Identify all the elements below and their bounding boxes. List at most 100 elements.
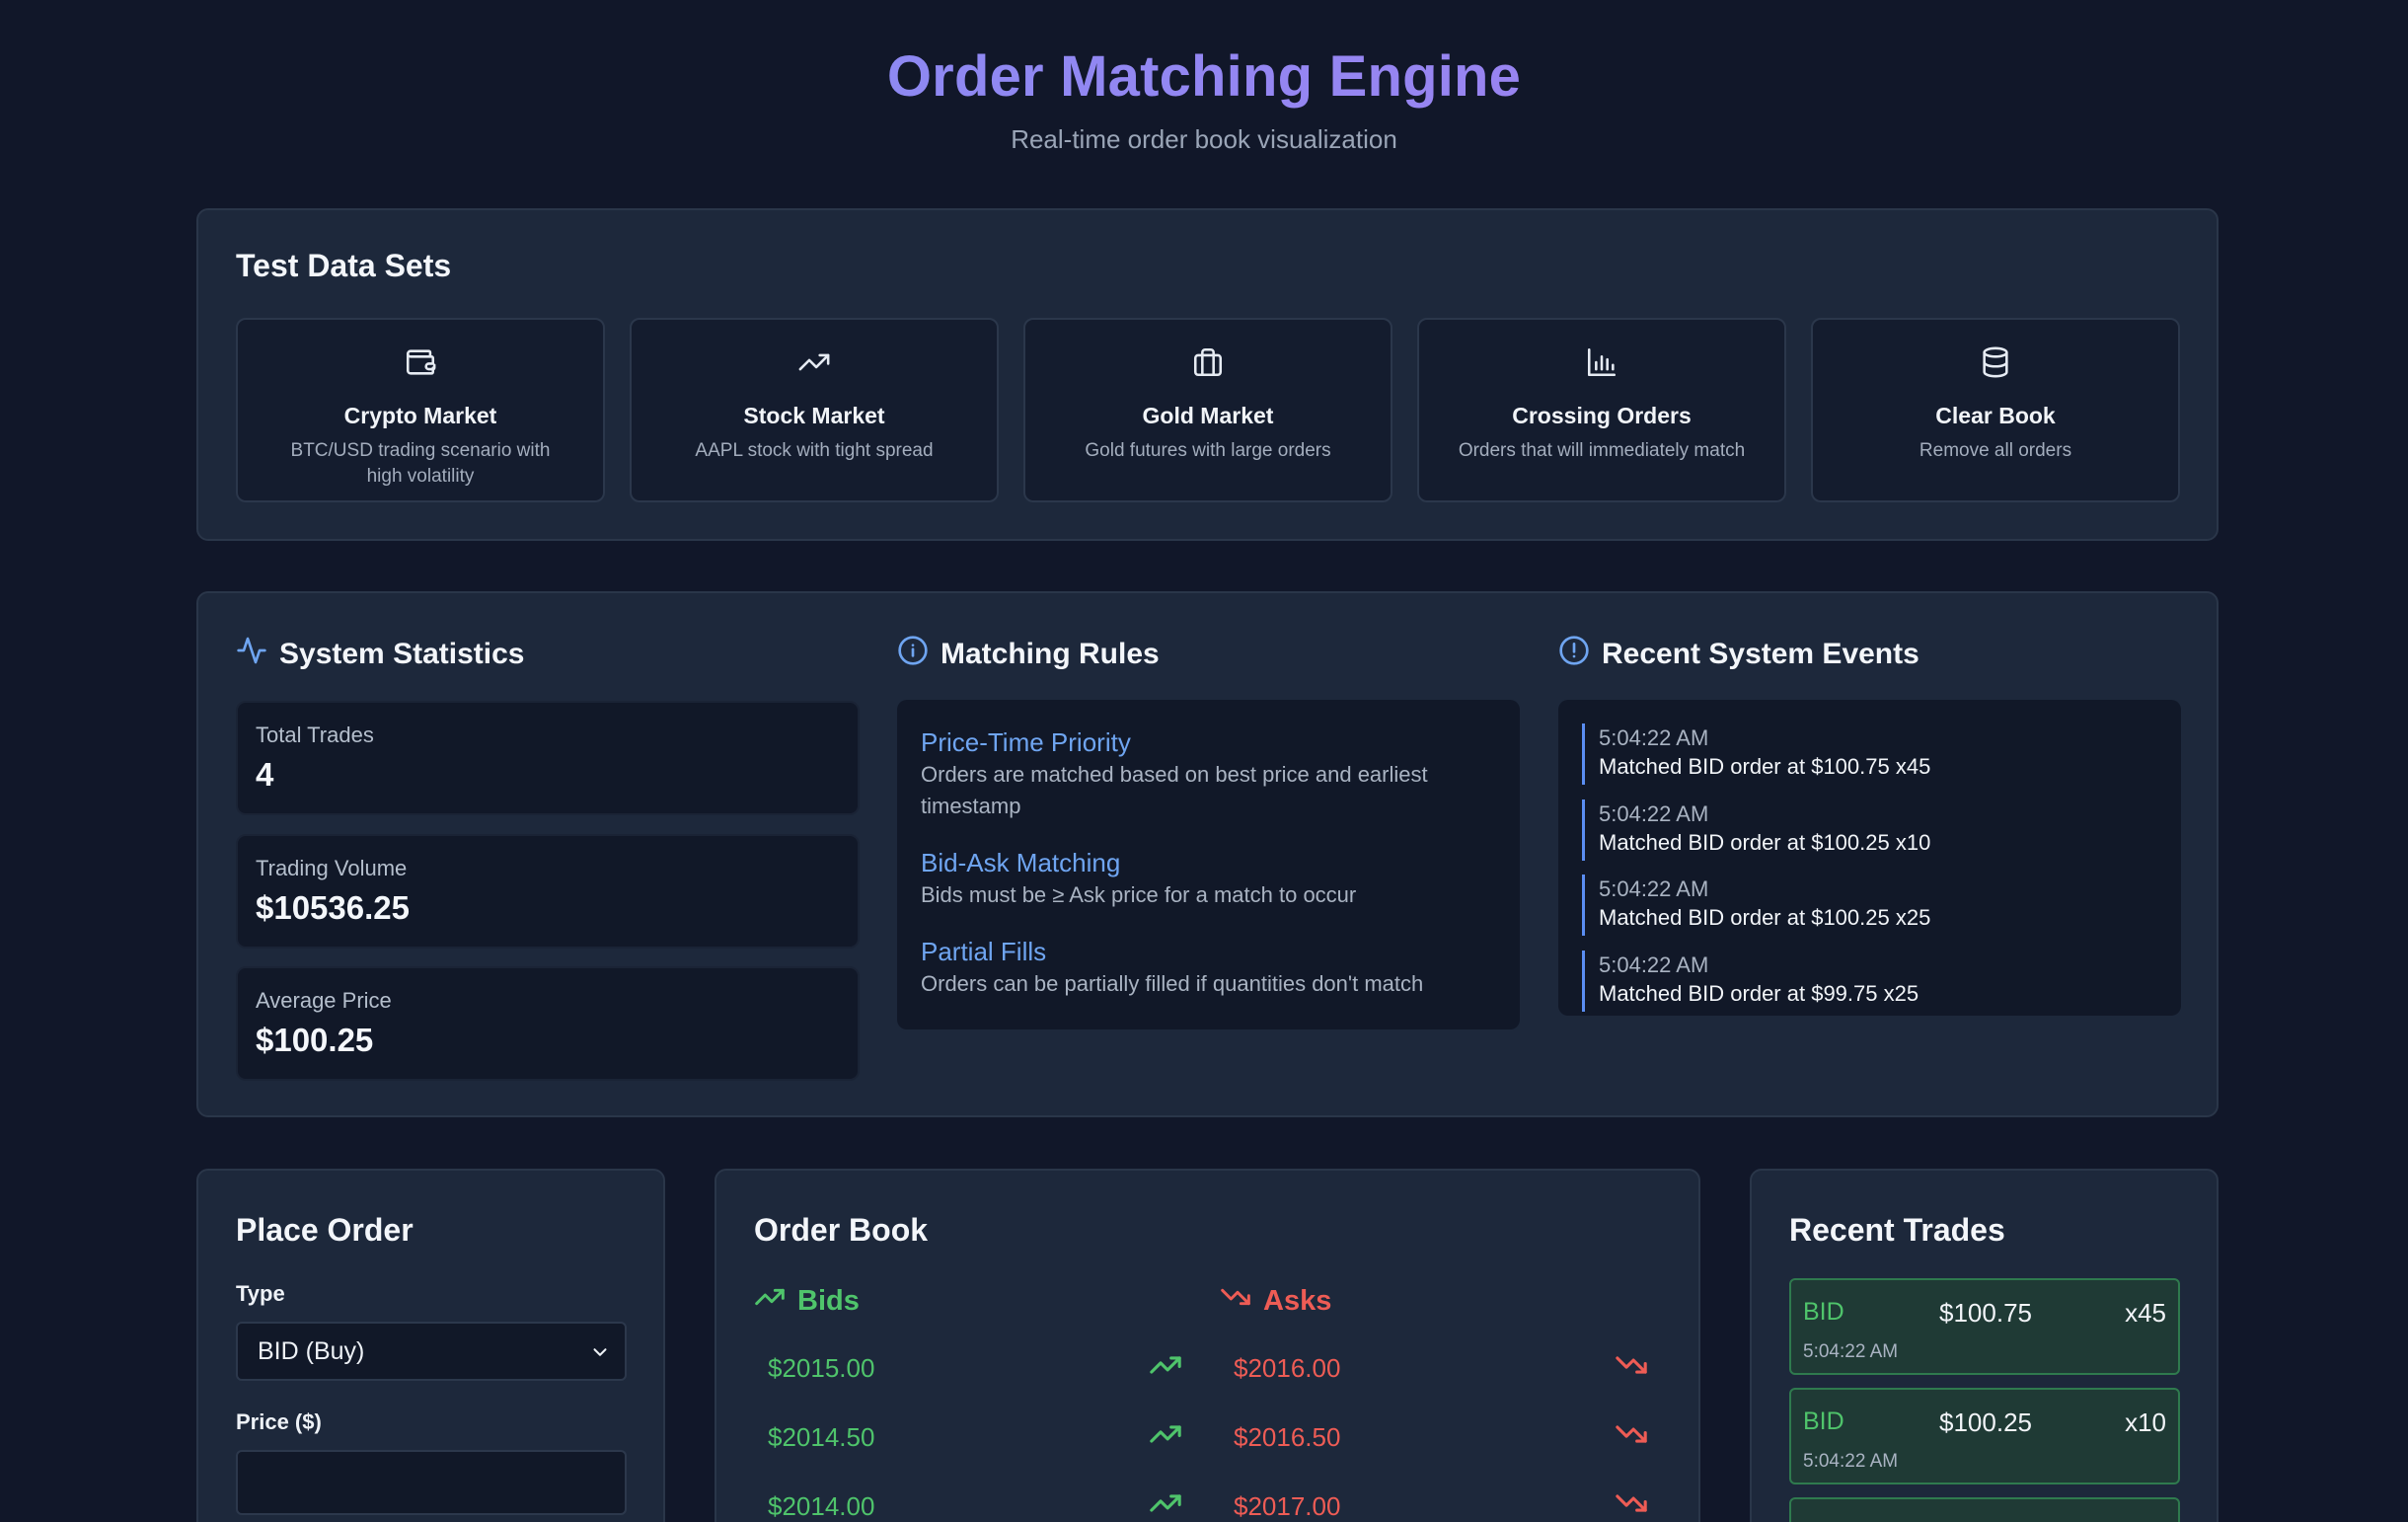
briefcase-icon [1025,345,1391,379]
bid-row[interactable]: $2015.00 [768,1344,1182,1392]
bar-chart-icon [1419,345,1784,379]
dataset-name: Crossing Orders [1512,403,1692,428]
bid-price: $2014.00 [768,1490,875,1521]
trade-time: 5:04:22 AM [1803,1341,1899,1362]
stat-value: 4 [256,756,274,793]
bids-label: Bids [797,1284,860,1317]
event-item: 5:04:22 AM Matched BID order at $99.75 x… [1582,951,2164,1012]
dataset-description: AAPL stock with tight spread [695,440,934,461]
rule-description: Orders can be partially filled if quanti… [921,971,1424,996]
event-item: 5:04:22 AM Matched BID order at $100.25 … [1582,799,2164,861]
chevron-down-icon [589,1341,611,1370]
dataset-description: Orders that will immediately match [1458,440,1746,461]
type-label: Type [236,1281,285,1306]
stat-total-trades: Total Trades 4 [236,701,860,815]
ask-row[interactable]: $2016.50 [1234,1413,1648,1461]
asks-label: Asks [1263,1284,1332,1317]
stat-value: $10536.25 [256,889,410,926]
stat-trading-volume: Trading Volume $10536.25 [236,834,860,949]
event-message: Matched BID order at $99.75 x25 [1599,981,1919,1006]
trending-up-icon [1149,1486,1182,1522]
system-overview-panel: System Statistics Total Trades 4 Trading… [196,591,2219,1117]
recent-system-events-header: Recent System Events [1558,635,1919,674]
dataset-name: Crypto Market [343,403,497,428]
dataset-gold-market-button[interactable]: Gold Market Gold futures with large orde… [1023,318,1392,502]
stat-label: Total Trades [256,723,374,747]
stat-label: Trading Volume [256,856,408,880]
trade-quantity: x45 [2125,1298,2166,1328]
order-book-title: Order Book [754,1212,929,1248]
event-message: Matched BID order at $100.25 x10 [1599,830,1931,855]
price-input[interactable] [236,1450,627,1515]
order-type-select[interactable]: BID (Buy) [236,1322,627,1381]
event-item: 5:04:22 AM Matched BID order at $100.75 … [1582,723,2164,785]
trade-quantity: x10 [2125,1408,2166,1437]
trade-item: BID $100.75 x45 5:04:22 AM [1789,1278,2180,1375]
order-book-panel: Order Book Bids Asks $2015.00 $2014.50 $… [715,1169,1700,1522]
order-type-value: BID (Buy) [258,1336,365,1365]
ask-price: $2016.50 [1234,1421,1341,1452]
dataset-crypto-market-button[interactable]: Crypto Market BTC/USD trading scenario w… [236,318,605,502]
trade-item [1789,1497,2180,1522]
stat-value: $100.25 [256,1022,374,1058]
database-icon [1813,345,2178,379]
event-time: 5:04:22 AM [1599,801,1709,826]
ask-price: $2017.00 [1234,1490,1341,1521]
trade-item: BID $100.25 x10 5:04:22 AM [1789,1388,2180,1484]
rule-title: Partial Fills [921,937,1047,966]
matching-rules-title: Matching Rules [941,638,1160,670]
trending-up-icon [1149,1348,1182,1389]
matching-rules-box: Price-Time Priority Orders are matched b… [897,700,1520,1029]
bid-row[interactable]: $2014.00 [768,1483,1182,1522]
dataset-name: Clear Book [1935,403,2056,428]
ask-row[interactable]: $2016.00 [1234,1344,1648,1392]
event-message: Matched BID order at $100.25 x25 [1599,905,1931,930]
place-order-panel: Place Order Type BID (Buy) Price ($) [196,1169,665,1522]
trending-up-icon [1149,1417,1182,1458]
dataset-crossing-orders-button[interactable]: Crossing Orders Orders that will immedia… [1417,318,1786,502]
trending-down-icon [1615,1486,1648,1522]
rule-title: Bid-Ask Matching [921,848,1121,877]
trade-price: $100.75 [1939,1298,2032,1328]
trending-down-icon [1615,1417,1648,1458]
bid-row[interactable]: $2014.50 [768,1413,1182,1461]
bid-price: $2014.50 [768,1421,875,1452]
test-data-sets-panel: Test Data Sets Crypto Market BTC/USD tra… [196,208,2219,541]
ask-row[interactable]: $2017.00 [1234,1483,1648,1522]
activity-icon [236,635,267,674]
recent-trades-panel: Recent Trades BID $100.75 x45 5:04:22 AM… [1750,1169,2219,1522]
bid-price: $2015.00 [768,1352,875,1383]
rule-description: Orders are matched based on best price a… [921,762,1428,818]
trade-side: BID [1803,1298,1844,1326]
matching-rules-header: Matching Rules [897,635,1160,674]
trending-down-icon [1615,1348,1648,1389]
event-message: Matched BID order at $100.75 x45 [1599,754,1931,779]
recent-trades-title: Recent Trades [1789,1212,2005,1248]
system-events-list[interactable]: 5:04:22 AM Matched BID order at $100.75 … [1558,700,2181,1016]
trade-time: 5:04:22 AM [1803,1451,1899,1472]
price-label: Price ($) [236,1409,322,1434]
page-title: Order Matching Engine [0,43,2408,110]
info-icon [897,635,929,674]
dataset-clear-book-button[interactable]: Clear Book Remove all orders [1811,318,2180,502]
page-subtitle: Real-time order book visualization [1011,124,1397,154]
stat-average-price: Average Price $100.25 [236,966,860,1081]
dataset-description: Gold futures with large orders [1085,440,1331,461]
trending-up-icon [632,345,997,379]
dataset-stock-market-button[interactable]: Stock Market AAPL stock with tight sprea… [630,318,999,502]
dataset-name: Stock Market [743,403,885,428]
ask-price: $2016.00 [1234,1352,1341,1383]
event-time: 5:04:22 AM [1599,876,1709,901]
stat-label: Average Price [256,988,392,1013]
dataset-description: BTC/USD trading scenario with high volat… [290,440,551,487]
event-time: 5:04:22 AM [1599,725,1709,750]
system-statistics-title: System Statistics [279,638,525,670]
trending-down-icon [1220,1281,1251,1321]
bids-header: Bids [754,1281,860,1321]
rule-title: Price-Time Priority [921,727,1131,757]
event-item: 5:04:22 AM Matched BID order at $100.25 … [1582,875,2164,936]
recent-system-events-title: Recent System Events [1602,638,1919,670]
event-time: 5:04:22 AM [1599,952,1709,977]
dataset-description: Remove all orders [1919,440,2072,461]
test-data-sets-title: Test Data Sets [236,248,452,283]
